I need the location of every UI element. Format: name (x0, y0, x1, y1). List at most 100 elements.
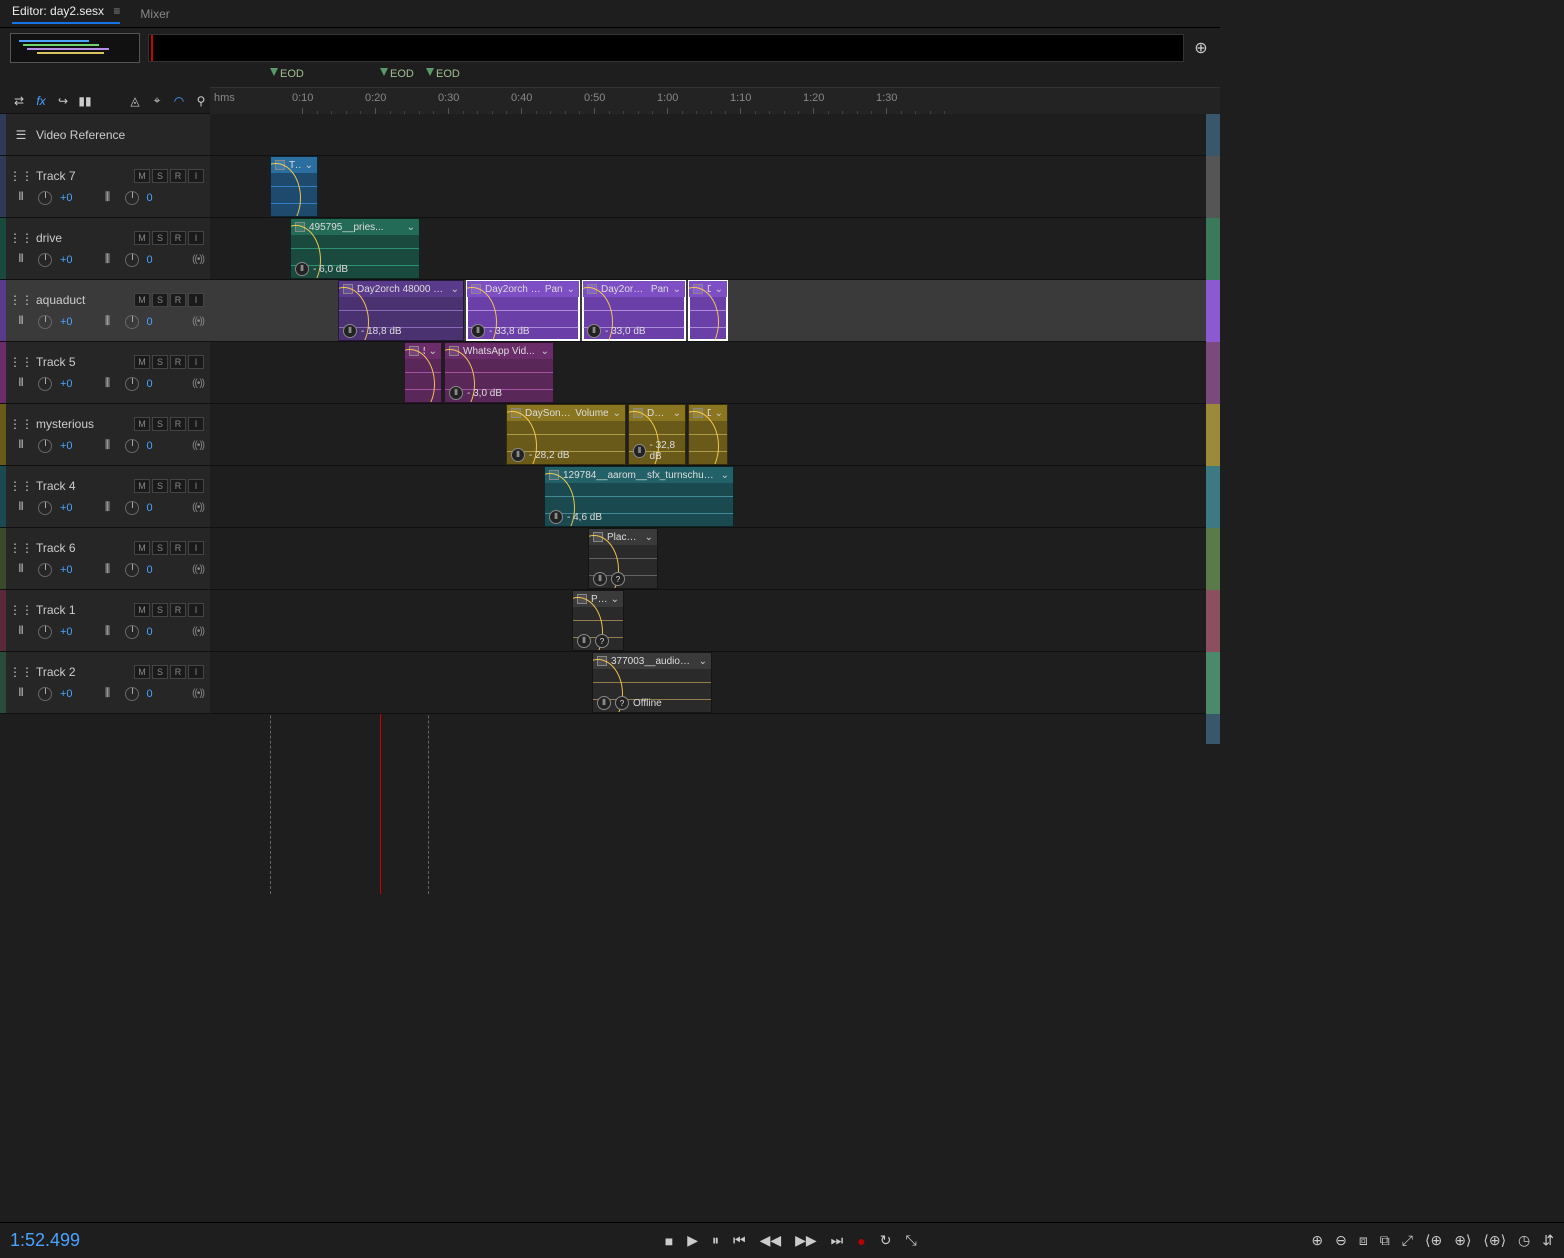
clip-fx-toggle[interactable] (295, 222, 305, 232)
track-name[interactable]: Track 6 (36, 541, 128, 555)
track-name[interactable]: Track 7 (36, 169, 128, 183)
clip-fx-toggle[interactable] (577, 594, 587, 604)
volume-value[interactable]: +0 (60, 440, 73, 452)
overview-timeline[interactable] (148, 34, 1184, 62)
tab-editor[interactable]: Editor: day2.sesx ≡ (12, 4, 120, 24)
clip-fx-toggle[interactable] (549, 470, 559, 480)
send-icon[interactable]: ((•)) (192, 502, 204, 513)
zoom-in-time-icon[interactable]: ⊕ (1311, 1232, 1323, 1249)
zoom-sel-icon[interactable]: ⟨⊕⟩ (1483, 1232, 1506, 1249)
eq-icon[interactable]: ▮▮ (76, 92, 94, 110)
track-name[interactable]: mysterious (36, 417, 128, 431)
clip-fx-toggle[interactable] (343, 284, 353, 294)
zoom-reset-icon[interactable]: ⊕ (1192, 39, 1210, 57)
clip-fx-toggle[interactable] (593, 532, 603, 542)
clip-menu-icon[interactable]: ⌄ (541, 346, 549, 357)
timecode[interactable]: 1:52.499 (10, 1230, 270, 1251)
volume-value[interactable]: +0 (60, 688, 73, 700)
clip-menu-icon[interactable]: ⌄ (451, 284, 459, 295)
loop-button[interactable]: ↻ (880, 1232, 892, 1249)
m-button[interactable]: M (134, 541, 150, 555)
m-button[interactable]: M (134, 231, 150, 245)
pan-value[interactable]: 0 (147, 688, 153, 700)
clip-gain-icon[interactable]: ⦀ (343, 324, 357, 338)
clip-gain-icon[interactable]: ⦀ (549, 510, 563, 524)
stop-button[interactable]: ■ (665, 1233, 673, 1249)
clip[interactable]: 570...⌄ (404, 342, 442, 403)
track-header[interactable]: ⋮⋮Track 6MSRI⦀+0⫼0((•)) (6, 528, 210, 589)
r-button[interactable]: R (170, 293, 186, 307)
clip-menu-icon[interactable]: ⌄ (645, 532, 653, 543)
clip-menu-icon[interactable]: ⌄ (613, 408, 621, 419)
zoom-sel-out-icon[interactable]: ⊕⟩ (1454, 1232, 1471, 1249)
track-lane[interactable]: Plac...⌄⦀? (210, 590, 1220, 651)
clip[interactable]: Day2...⌄ (688, 280, 728, 341)
clip-fx-toggle[interactable] (693, 408, 703, 418)
s-button[interactable]: S (152, 293, 168, 307)
pan-knob[interactable] (125, 315, 139, 329)
clip-gain-icon[interactable]: ⦀ (633, 444, 646, 458)
pan-value[interactable]: 0 (147, 254, 153, 266)
track-name[interactable]: Track 1 (36, 603, 128, 617)
clip[interactable]: Day2orch 48000 2Pan⌄⦀- 33,0 dB (582, 280, 686, 341)
r-button[interactable]: R (170, 665, 186, 679)
r-button[interactable]: R (170, 417, 186, 431)
r-button[interactable]: R (170, 479, 186, 493)
m-button[interactable]: M (134, 293, 150, 307)
volume-knob[interactable] (38, 501, 52, 515)
r-button[interactable]: R (170, 231, 186, 245)
track-header[interactable]: ⋮⋮Track 7MSRI⦀+0⫼0 (6, 156, 210, 217)
track-lane[interactable]: Tre...⌄ (210, 156, 1220, 217)
track-color-handle[interactable] (1206, 280, 1220, 342)
m-button[interactable]: M (134, 169, 150, 183)
send-icon[interactable]: ((•)) (192, 688, 204, 699)
i-button[interactable]: I (188, 479, 204, 493)
track-color-handle[interactable] (1206, 528, 1220, 590)
clip-fx-toggle[interactable] (409, 346, 419, 356)
i-button[interactable]: I (188, 231, 204, 245)
clip[interactable]: DaySong ...⌄⦀- 32,8 dB (628, 404, 686, 465)
go-end-button[interactable]: ⏭ (831, 1232, 844, 1249)
clip-fx-toggle[interactable] (693, 284, 703, 294)
send-icon[interactable]: ((•)) (192, 254, 204, 265)
forward-button[interactable]: ▶▶ (795, 1232, 817, 1249)
metronome-icon[interactable]: ◬ (126, 92, 144, 110)
m-button[interactable]: M (134, 417, 150, 431)
pause-button[interactable]: ⏸ (712, 1232, 719, 1249)
pan-knob[interactable] (125, 377, 139, 391)
clip[interactable]: Tre...⌄ (270, 156, 318, 217)
volume-value[interactable]: +0 (60, 192, 73, 204)
track-header[interactable]: ☰Video Reference (6, 114, 210, 155)
clip[interactable]: Plac...⌄⦀? (572, 590, 624, 651)
r-button[interactable]: R (170, 603, 186, 617)
i-button[interactable]: I (188, 541, 204, 555)
pin-icon[interactable]: ⚲ (192, 92, 210, 110)
zoom-sel-in-icon[interactable]: ⟨⊕ (1425, 1232, 1442, 1249)
pan-value[interactable]: 0 (147, 192, 153, 204)
pan-value[interactable]: 0 (147, 626, 153, 638)
track-name[interactable]: drive (36, 231, 128, 245)
zoom-out-time-icon[interactable]: ⊖ (1335, 1232, 1347, 1249)
clip[interactable]: DaySong 48000 1Volume⌄⦀- 28,2 dB (506, 404, 626, 465)
track-name[interactable]: aquaduct (36, 293, 128, 307)
track-lane[interactable]: 495795__pries...⌄⦀- 6,0 dB (210, 218, 1220, 279)
track-lane[interactable]: 377003__audio_s...⌄⦀?Offline (210, 652, 1220, 713)
marker-0[interactable]: EOD (270, 68, 304, 80)
track-header[interactable]: ⋮⋮Track 4MSRI⦀+0⫼0((•)) (6, 466, 210, 527)
track-color-handle[interactable] (1206, 652, 1220, 714)
pan-knob[interactable] (125, 253, 139, 267)
clip[interactable]: 495795__pries...⌄⦀- 6,0 dB (290, 218, 420, 279)
s-button[interactable]: S (152, 479, 168, 493)
record-button[interactable]: ● (857, 1233, 865, 1249)
time-ruler[interactable]: hms 0:100:200:300:400:501:001:101:201:30 (210, 88, 1220, 114)
clip-fx-toggle[interactable] (449, 346, 459, 356)
send-icon[interactable]: ((•)) (192, 440, 204, 451)
pan-knob[interactable] (125, 439, 139, 453)
clip[interactable]: 377003__audio_s...⌄⦀?Offline (592, 652, 712, 713)
clip-menu-icon[interactable]: ⌄ (673, 284, 681, 295)
track-header[interactable]: ⋮⋮aquaductMSRI⦀+0⫼0((•)) (6, 280, 210, 341)
s-button[interactable]: S (152, 665, 168, 679)
clip-gain-icon[interactable]: ⦀ (597, 696, 611, 710)
clip-menu-icon[interactable]: ⌄ (429, 346, 437, 357)
r-button[interactable]: R (170, 541, 186, 555)
